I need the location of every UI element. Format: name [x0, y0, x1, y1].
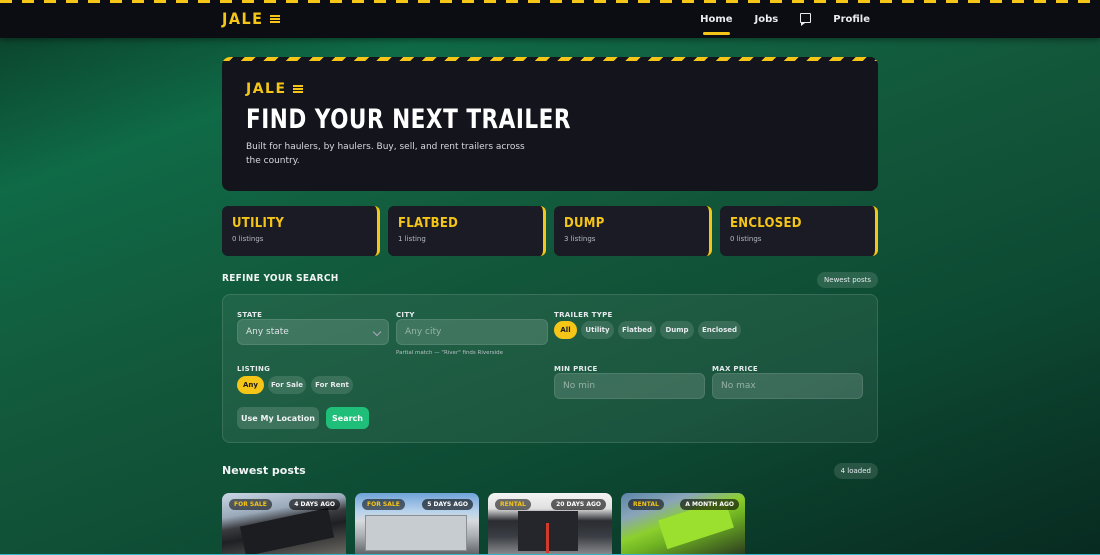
category-count: 1 listing: [398, 235, 426, 243]
category-name: UTILITY: [232, 216, 285, 231]
hero-brand-name: JALE: [246, 81, 287, 97]
post-card[interactable]: FOR SALE 5 DAYS AGO: [355, 493, 479, 555]
city-input[interactable]: Any city: [396, 319, 548, 345]
listing-label: LISTING: [237, 365, 271, 373]
trailer-photo: [239, 507, 335, 555]
search-filter-panel: STATE Any state CITY Any city Partial ma…: [222, 294, 878, 443]
listing-type-badge: FOR SALE: [362, 499, 405, 510]
post-age-badge: 5 DAYS AGO: [422, 499, 473, 510]
post-card[interactable]: RENTAL A MONTH AGO: [621, 493, 745, 555]
post-card[interactable]: FOR SALE 4 DAYS AGO: [222, 493, 346, 555]
listing-for-rent[interactable]: For Rent: [311, 376, 353, 394]
state-select[interactable]: Any state: [237, 319, 389, 345]
listing-for-sale[interactable]: For Sale: [268, 376, 306, 394]
category-count: 3 listings: [564, 235, 596, 243]
category-card-dump[interactable]: DUMP 3 listings: [554, 206, 712, 256]
listing-type-badge: RENTAL: [628, 499, 664, 510]
chat-bubble-icon: [800, 12, 812, 26]
top-nav-bar: JALE Home Jobs Profile: [0, 0, 1100, 38]
category-count: 0 listings: [730, 235, 762, 243]
max-price-input[interactable]: No max: [712, 373, 863, 399]
trailer-type-dump[interactable]: Dump: [660, 321, 694, 339]
search-button[interactable]: Search: [326, 407, 369, 429]
nav-home[interactable]: Home: [700, 14, 733, 35]
min-price-placeholder: No min: [563, 381, 596, 391]
trailer-type-label: TRAILER TYPE: [554, 311, 613, 319]
post-age-badge: 4 DAYS AGO: [289, 499, 340, 510]
hero-brand: JALE: [246, 81, 303, 97]
use-my-location-button[interactable]: Use My Location: [237, 407, 319, 429]
trailer-type-utility[interactable]: Utility: [581, 321, 614, 339]
refine-search-heading: REFINE YOUR SEARCH: [222, 273, 339, 284]
nav-profile[interactable]: Profile: [833, 14, 870, 25]
category-name: DUMP: [564, 216, 605, 231]
trailer-type-flatbed[interactable]: Flatbed: [618, 321, 656, 339]
nav-messages[interactable]: [800, 12, 812, 26]
city-input-placeholder: Any city: [405, 327, 442, 337]
category-cards: UTILITY 0 listings FLATBED 1 listing DUM…: [222, 206, 878, 256]
sort-chip[interactable]: Newest posts: [817, 272, 878, 288]
city-label: CITY: [396, 311, 415, 319]
brand-name[interactable]: JALE: [222, 9, 264, 28]
min-price-label: MIN PRICE: [554, 365, 598, 373]
post-age-badge: A MONTH AGO: [680, 499, 739, 510]
trailer-photo-detail: [546, 523, 549, 553]
menu-icon: [292, 85, 303, 93]
category-count: 0 listings: [232, 235, 264, 243]
min-price-input[interactable]: No min: [554, 373, 705, 399]
category-name: FLATBED: [398, 216, 459, 231]
state-label: STATE: [237, 311, 263, 319]
category-name: ENCLOSED: [730, 216, 802, 231]
loaded-count-chip: 4 loaded: [833, 463, 878, 479]
max-price-placeholder: No max: [721, 381, 756, 391]
trailer-photo: [365, 515, 467, 551]
category-card-utility[interactable]: UTILITY 0 listings: [222, 206, 380, 256]
post-age-badge: 20 DAYS AGO: [551, 499, 606, 510]
nav-jobs[interactable]: Jobs: [755, 14, 779, 25]
post-card[interactable]: RENTAL 20 DAYS AGO: [488, 493, 612, 555]
listing-type-badge: RENTAL: [495, 499, 531, 510]
max-price-label: MAX PRICE: [712, 365, 758, 373]
listing-type-badge: FOR SALE: [229, 499, 272, 510]
brand-logo[interactable]: JALE: [222, 9, 280, 28]
state-select-value: Any state: [246, 327, 289, 337]
city-hint: Partial match — "River" finds Riverside: [396, 350, 504, 356]
newest-posts-heading: Newest posts: [222, 464, 306, 477]
hero-banner: JALE FIND YOUR NEXT TRAILER Built for ha…: [222, 57, 878, 191]
menu-icon: [269, 14, 280, 23]
category-card-flatbed[interactable]: FLATBED 1 listing: [388, 206, 546, 256]
main-nav: Home Jobs Profile: [700, 0, 870, 38]
chevron-down-icon: [372, 327, 382, 337]
trailer-type-enclosed[interactable]: Enclosed: [698, 321, 741, 339]
hero-subtitle: Built for haulers, by haulers. Buy, sell…: [246, 142, 525, 166]
listing-any[interactable]: Any: [237, 376, 264, 394]
trailer-type-all[interactable]: All: [554, 321, 577, 339]
hero-title: FIND YOUR NEXT TRAILER: [246, 104, 572, 135]
category-card-enclosed[interactable]: ENCLOSED 0 listings: [720, 206, 878, 256]
